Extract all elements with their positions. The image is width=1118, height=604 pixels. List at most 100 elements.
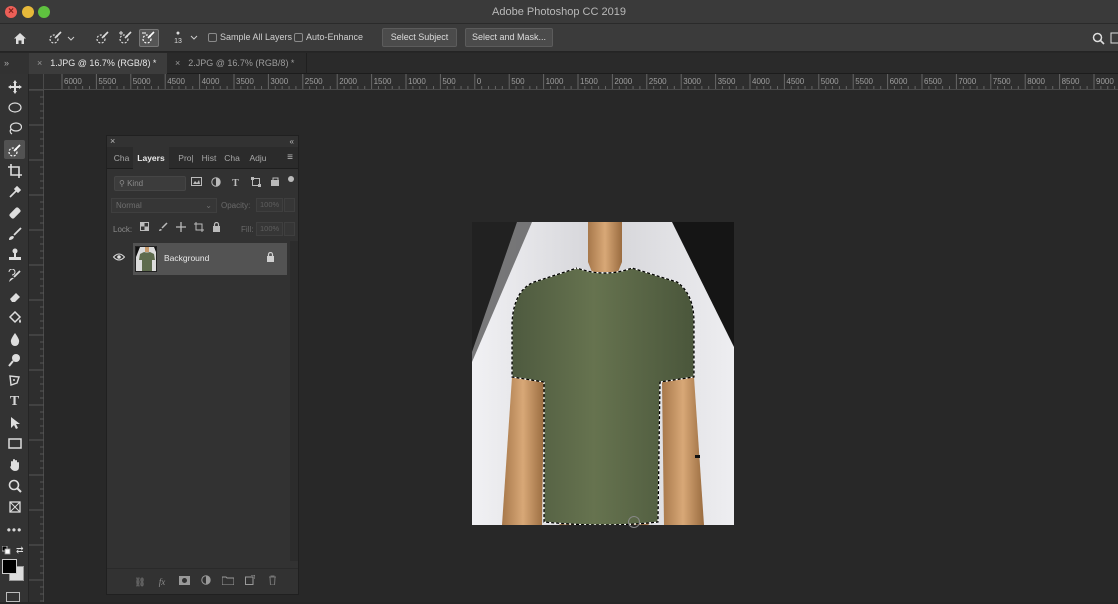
tool-preset-picker[interactable] (44, 29, 76, 47)
toolbar-collapse-icon[interactable]: » (0, 53, 29, 74)
ruler-label: 5500 (98, 77, 117, 86)
add-to-selection-icon[interactable] (117, 29, 135, 47)
ruler-label: 8000 (1027, 77, 1045, 86)
subtract-from-selection-icon[interactable] (139, 29, 159, 47)
vertical-ruler[interactable] (29, 89, 44, 602)
adjustment-filter-icon[interactable] (209, 177, 222, 190)
fill-chevron-icon[interactable] (284, 222, 295, 236)
ruler-label: 7500 (992, 77, 1011, 86)
layer-thumbnail (135, 246, 157, 272)
ruler-label: 9000 (1096, 77, 1114, 86)
type-icon[interactable]: T (4, 392, 25, 411)
horizontal-ruler[interactable]: 6000 5500 5000 4500 4000 3500 3000 2500 2000 1500… (44, 74, 1118, 90)
ruler-label: 6000 (64, 77, 82, 86)
home-icon[interactable] (10, 29, 30, 47)
new-layer-icon[interactable] (243, 574, 257, 589)
lock-position-icon[interactable] (174, 222, 187, 235)
auto-enhance-checkbox[interactable] (294, 33, 303, 42)
collapse-panel-icon[interactable]: « (290, 136, 294, 147)
zoom-icon[interactable] (4, 476, 25, 495)
sample-all-layers-checkbox[interactable] (208, 33, 217, 42)
filter-kind-select[interactable]: ⚲ Kind (114, 176, 186, 191)
eyedropper-icon[interactable] (4, 182, 25, 201)
eye-icon[interactable] (112, 252, 126, 266)
tab-layers[interactable]: Layers (133, 147, 169, 169)
document-image[interactable] (472, 222, 734, 525)
lock-all-icon[interactable] (210, 221, 223, 235)
opacity-chevron-icon[interactable] (284, 198, 295, 212)
link-layers-icon[interactable]: ⛓ (133, 575, 147, 589)
swap-colors-icon[interactable]: ⇄ (16, 545, 24, 556)
document-tab-label: 1.JPG @ 16.7% (RGB/8) * (50, 58, 157, 68)
workspace-icon[interactable] (1110, 29, 1118, 47)
blend-mode-select[interactable]: Normal ⌄ (111, 198, 217, 213)
move-icon[interactable] (4, 77, 25, 96)
default-colors-icon[interactable] (1, 545, 11, 555)
lock-row: Lock: Fill: 100% (110, 221, 295, 238)
more-tools-icon[interactable]: ••• (4, 520, 25, 539)
quick-mask-icon[interactable] (6, 592, 20, 602)
fill-label: Fill: (241, 225, 254, 234)
chevron-down-icon[interactable] (189, 29, 199, 47)
new-selection-icon[interactable] (94, 29, 112, 47)
image-filter-icon[interactable] (190, 177, 203, 190)
ruler-label: 3500 (236, 77, 254, 86)
trash-icon[interactable] (265, 575, 279, 589)
panel-scrollbar[interactable] (290, 241, 298, 561)
ruler-label: 2000 (614, 77, 633, 86)
foreground-color-swatch[interactable] (2, 559, 17, 574)
quick-selection-icon[interactable] (4, 140, 25, 159)
stamp-icon[interactable] (4, 245, 25, 264)
ruler-label: 2500 (648, 77, 667, 86)
paint-bucket-icon[interactable] (4, 308, 25, 327)
history-brush-icon[interactable] (4, 266, 25, 285)
rectangle-icon[interactable] (4, 434, 25, 453)
tab-properties[interactable]: Pro| (176, 147, 196, 169)
select-and-mask-button[interactable]: Select and Mask... (465, 28, 553, 47)
type-filter-icon[interactable]: T (229, 177, 242, 190)
brush-size-picker[interactable]: ● 13 (170, 29, 186, 47)
layer-row[interactable]: Background (133, 243, 287, 275)
search-icon[interactable] (1090, 29, 1106, 47)
healing-brush-icon[interactable] (4, 203, 25, 222)
document-tab[interactable]: × 1.JPG @ 16.7% (RGB/8) * (29, 53, 167, 74)
brush-icon[interactable] (4, 224, 25, 243)
blur-icon[interactable] (4, 329, 25, 348)
artboard-icon[interactable] (4, 497, 25, 516)
close-tab-icon[interactable]: × (37, 58, 42, 68)
ruler-label: 3000 (683, 77, 701, 86)
filter-toggle-icon[interactable] (288, 176, 294, 182)
close-tab-icon[interactable]: × (175, 58, 180, 68)
lock-artboard-icon[interactable] (192, 222, 205, 235)
fill-input[interactable]: 100% (256, 222, 283, 236)
document-tab[interactable]: × 2.JPG @ 16.7% (RGB/8) * (167, 53, 307, 74)
add-mask-icon[interactable] (177, 575, 191, 589)
select-subject-button[interactable]: Select Subject (382, 28, 457, 47)
tab-channels-2[interactable]: Cha (222, 147, 242, 169)
tab-channels[interactable]: Cha (110, 147, 133, 169)
eraser-icon[interactable] (4, 287, 25, 306)
path-selection-icon[interactable] (4, 413, 25, 432)
marquee-icon[interactable] (4, 98, 25, 117)
lock-transparent-icon[interactable] (138, 222, 151, 235)
tab-adjustments[interactable]: Adju (246, 147, 270, 169)
document-tab-bar: × 1.JPG @ 16.7% (RGB/8) * × 2.JPG @ 16.7% … (29, 53, 1118, 74)
tab-history[interactable]: Hist (199, 147, 219, 169)
lock-pixels-icon[interactable] (156, 222, 169, 235)
opacity-input[interactable]: 100% (256, 198, 283, 212)
close-panel-icon[interactable]: × (110, 136, 115, 147)
auto-enhance-label: Auto-Enhance (306, 32, 364, 42)
pen-icon[interactable] (4, 371, 25, 390)
dodge-icon[interactable] (4, 350, 25, 369)
group-folder-icon[interactable] (221, 575, 235, 589)
shape-filter-icon[interactable] (249, 177, 262, 190)
ruler-label: 6000 (889, 77, 908, 86)
panel-menu-icon[interactable]: ≡ (287, 152, 293, 163)
lasso-icon[interactable] (4, 119, 25, 138)
ruler-label: 500 (442, 77, 456, 86)
crop-icon[interactable] (4, 161, 25, 180)
hand-icon[interactable] (4, 455, 25, 474)
adjustment-layer-icon[interactable] (199, 575, 213, 589)
smart-object-filter-icon[interactable] (268, 177, 281, 190)
fx-icon[interactable]: fx (155, 575, 169, 589)
